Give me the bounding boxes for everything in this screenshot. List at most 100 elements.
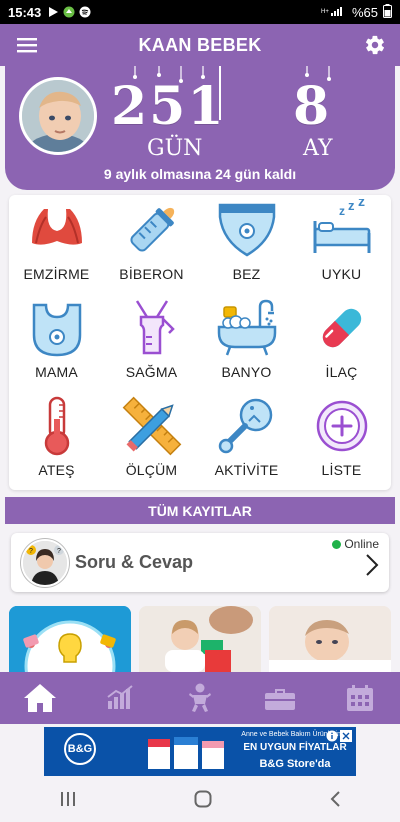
battery-icon [383,3,392,21]
activity-ates[interactable]: ATEŞ [9,395,104,493]
ad-brand-logo: B&G [64,733,96,765]
ad-headline: EN UYGUN FİYATLAR [243,742,347,753]
ad-close-icon[interactable] [340,729,352,742]
nav-baby[interactable] [160,672,240,724]
ad-store: B&G Store'da [259,758,331,770]
activity-label: AKTİVİTE [214,462,279,478]
play-store-icon [47,6,59,18]
activity-aktivite[interactable]: AKTİVİTE [199,395,294,493]
days-unit: GÜN [147,136,203,161]
breast-pump-icon [135,300,175,355]
content-card-idea[interactable] [9,606,131,672]
home-icon [24,684,56,712]
activity-banyo[interactable]: BANYO [199,297,294,395]
activity-grid: EMZİRME BİBERON BEZ z z z UYKU MAMA SAĞM… [9,195,391,490]
activity-label: BEZ [232,266,261,282]
app-bar: KAAN BEBEK [0,24,400,66]
rattle-icon [218,398,272,454]
bathtub-icon [217,299,276,356]
online-dot-icon [332,539,342,549]
plus-circle-icon [316,400,367,452]
system-navigation-bar [0,780,400,822]
app-notification-icon [63,6,75,18]
home-button-icon[interactable] [194,790,212,813]
baby-icon [189,683,211,712]
recent-apps-icon[interactable] [59,791,77,812]
calendar-icon [347,685,373,711]
activity-label: İLAÇ [325,364,358,380]
ad-banner[interactable]: B&G Anne ve Bebek Bakım Ürünlerinde EN U… [44,727,356,776]
activity-bez[interactable]: BEZ [199,199,294,297]
activity-label: UYKU [321,266,362,282]
battery-label: %65 [351,4,378,20]
nav-tools[interactable] [240,672,320,724]
svg-text:z: z [358,199,365,209]
svg-text:H+: H+ [321,9,329,15]
activity-emzirme[interactable]: EMZİRME [9,199,104,297]
nav-home[interactable] [0,672,80,724]
settings-gear-icon[interactable] [364,34,386,56]
activity-label: BANYO [221,364,272,380]
activity-label: ÖLÇÜM [125,462,178,478]
baby-play-photo [139,606,261,672]
content-card-sleep[interactable] [269,606,391,672]
activity-label: EMZİRME [23,266,90,282]
activity-label: MAMA [35,364,78,380]
svg-text:?: ? [57,548,61,555]
days-divider [219,66,221,120]
status-time: 15:43 [8,4,42,20]
activity-uyku[interactable]: z z z UYKU [294,199,389,297]
baby-avatar[interactable] [19,77,97,155]
chevron-right-icon [365,553,379,577]
svg-text:z: z [339,204,345,218]
menu-icon[interactable] [17,36,37,54]
bib-icon [32,303,81,357]
activity-label: LİSTE [321,462,362,478]
status-right: H+ %65 [321,3,392,21]
dot-icon [115,66,116,67]
svg-text:?: ? [29,548,33,555]
diaper-icon [218,203,275,257]
activity-sagma[interactable]: SAĞMA [104,297,199,395]
ad-area: B&G Anne ve Bebek Bakım Ürünlerinde EN U… [0,724,400,780]
remaining-text: 9 aylık olmasına 24 gün kaldı [103,166,297,182]
activity-ilac[interactable]: İLAÇ [294,297,389,395]
activity-biberon[interactable]: BİBERON [104,199,199,297]
activity-label: BİBERON [119,266,184,282]
nav-stats[interactable] [80,672,160,724]
toolbox-icon [265,689,295,710]
activity-liste[interactable]: LİSTE [294,395,389,493]
ad-controls [326,729,354,742]
doctor-avatar: ? ? [21,538,69,587]
chart-icon [107,685,133,709]
online-status: Online [332,537,379,551]
nav-calendar[interactable] [320,672,400,724]
ruler-pencil-icon [122,396,181,456]
pill-icon [322,308,361,348]
status-bar: 15:43 H+ %65 [0,0,400,24]
baby-sleep-photo [269,606,391,672]
all-records-button[interactable]: TÜM KAYITLAR [5,497,395,524]
activity-olcum[interactable]: ÖLÇÜM [104,395,199,493]
spotify-icon [79,6,91,18]
bra-icon [31,209,82,245]
qa-card[interactable]: ? ? Soru & Cevap Online [11,533,389,592]
content-card-play[interactable] [139,606,261,672]
months-value: 8 [293,76,332,137]
activity-label: ATEŞ [38,462,75,478]
activity-mama[interactable]: MAMA [9,297,104,395]
page-title: KAAN BEBEK [138,34,262,55]
bottom-navigation [0,672,400,724]
back-icon[interactable] [329,790,341,813]
ad-products-image [148,737,224,769]
baby-age-header: 251 GÜN 8 AY 9 aylık olmasına 24 gün kal… [5,66,395,190]
thermometer-icon [44,396,69,456]
svg-text:z: z [348,199,355,213]
signal-icon: H+ [321,5,347,20]
online-label: Online [344,537,379,551]
months-unit: AY [303,136,333,161]
ad-info-icon[interactable] [326,729,338,742]
days-value: 251 [111,76,226,137]
sleep-bed-icon: z z z [313,199,370,253]
activity-label: SAĞMA [125,364,178,380]
